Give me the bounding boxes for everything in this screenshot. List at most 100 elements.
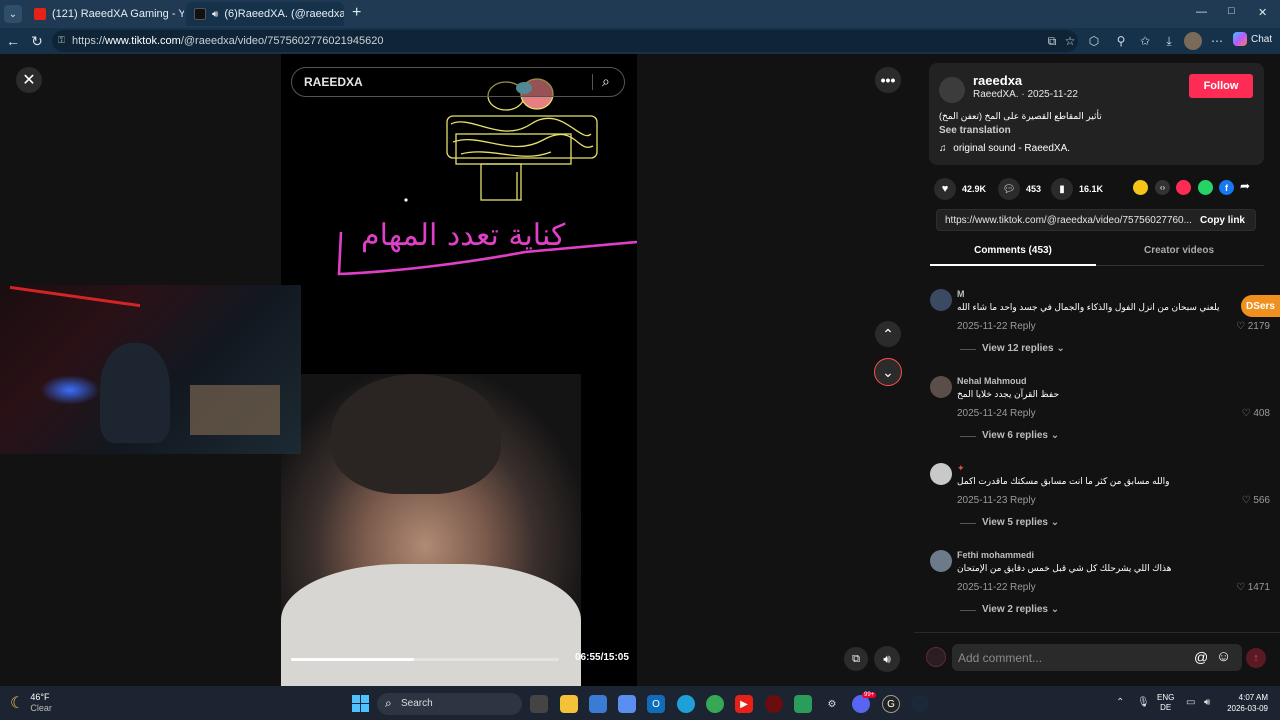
comment-avatar[interactable]: [930, 463, 952, 485]
comment-like[interactable]: ♡ 2179: [1236, 321, 1270, 332]
previous-video-button[interactable]: ⌃: [875, 321, 901, 347]
comment-author[interactable]: Fethi mohammedi: [957, 550, 1034, 560]
weather-widget[interactable]: ☾ 46°F Clear: [10, 692, 52, 714]
reply-button[interactable]: Reply: [1010, 582, 1036, 593]
speaker-tray-icon[interactable]: 🔊︎: [1204, 697, 1210, 708]
windows-app-icon[interactable]: [618, 695, 636, 713]
like-stat[interactable]: ♥ 42.9K: [934, 178, 986, 200]
start-button[interactable]: [352, 695, 369, 712]
floating-player-button[interactable]: ⧉: [844, 647, 868, 671]
task-view-icon[interactable]: [530, 695, 548, 713]
view-replies-button[interactable]: View 12 replies ⌄: [960, 343, 1065, 354]
language-indicator[interactable]: ENG DE: [1157, 693, 1174, 713]
author-username[interactable]: raeedxa: [973, 73, 1022, 88]
close-window-button[interactable]: ✕: [1258, 6, 1267, 19]
favorites-icon[interactable]: ✩: [1136, 32, 1154, 50]
tray-chevron-icon[interactable]: ⌃: [1116, 697, 1124, 708]
tab-list-button[interactable]: ⌄: [4, 5, 22, 23]
see-translation-link[interactable]: See translation: [939, 125, 1011, 136]
extension-icon[interactable]: ⚲: [1112, 32, 1130, 50]
dsers-extension-badge[interactable]: DSers: [1241, 295, 1280, 317]
reply-button[interactable]: Reply: [1010, 495, 1036, 506]
comment-avatar[interactable]: [930, 376, 952, 398]
back-button[interactable]: ←: [0, 28, 26, 54]
facebook-icon[interactable]: f: [1219, 180, 1234, 195]
more-options-button[interactable]: •••: [875, 67, 901, 93]
comment-avatar[interactable]: [930, 289, 952, 311]
copy-link-button[interactable]: Copy link: [1200, 215, 1245, 226]
comment-author-emoji[interactable]: ✦: [957, 463, 965, 474]
g-app-icon[interactable]: G: [882, 695, 900, 713]
comment-author[interactable]: Nehal Mahmoud: [957, 376, 1027, 386]
like-count: 42.9K: [962, 184, 987, 194]
downloads-icon[interactable]: ⤓: [1160, 32, 1178, 50]
share-arrow-icon[interactable]: ➦: [1240, 179, 1250, 193]
copilot-chat-button[interactable]: Chat: [1233, 32, 1272, 46]
network-icon[interactable]: ▭: [1186, 697, 1195, 708]
tab-comments[interactable]: Comments (453): [930, 245, 1096, 256]
microphone-icon[interactable]: 🎙︎: [1137, 697, 1150, 708]
ms-store-icon[interactable]: [589, 695, 607, 713]
next-video-button[interactable]: ⌄: [874, 358, 902, 386]
send-icon[interactable]: [1176, 180, 1191, 195]
comment-like[interactable]: ♡ 566: [1242, 495, 1270, 506]
chrome-icon[interactable]: [706, 695, 724, 713]
outlook-icon[interactable]: O: [647, 695, 665, 713]
sound-row[interactable]: ♫ original sound - RaeedXA.: [939, 143, 1070, 154]
view-replies-button[interactable]: View 6 replies ⌄: [959, 430, 1059, 441]
clock[interactable]: 4:07 AM 2026-03-09: [1226, 692, 1268, 714]
game-app-icon[interactable]: [794, 695, 812, 713]
video-search-bar[interactable]: RAEEDXA ⌕: [291, 67, 625, 97]
red-app-icon[interactable]: [765, 695, 783, 713]
comment-author[interactable]: M: [957, 289, 965, 299]
new-tab-button[interactable]: +: [352, 4, 361, 22]
lock-icon: ⚿: [58, 35, 65, 45]
whatsapp-icon[interactable]: [1198, 180, 1213, 195]
comment-item: Nehal Mahmoud حفظ القرآن يجدد خلايا المخ…: [930, 376, 1270, 446]
favorite-star-icon[interactable]: ☆: [1061, 32, 1079, 50]
extensions-icon[interactable]: ⬡: [1085, 32, 1103, 50]
file-explorer-icon[interactable]: [560, 695, 578, 713]
embed-icon[interactable]: ‹›: [1155, 180, 1170, 195]
coin-share-icon[interactable]: [1133, 180, 1148, 195]
edge-icon[interactable]: [677, 695, 695, 713]
tab-creator-videos[interactable]: Creator videos: [1096, 245, 1262, 256]
save-stat[interactable]: ▮ 16.1K: [1051, 178, 1103, 200]
refresh-button[interactable]: ↻: [24, 28, 50, 54]
video-player[interactable]: كناية تعدد المهام RAEEDXA ⌕ 06:55/15:05: [281, 54, 637, 686]
taskbar-search-label: Search: [401, 698, 433, 709]
taskbar-search[interactable]: ⌕ Search: [377, 693, 522, 715]
settings-gear-icon[interactable]: ⚙: [823, 695, 841, 713]
comment-stat[interactable]: 💬︎ 453: [998, 178, 1041, 200]
speaker-icon[interactable]: 🔊︎: [212, 9, 218, 20]
tab-youtube[interactable]: (121) RaeedXA Gaming - YouTube ✕: [26, 2, 184, 26]
url-field[interactable]: ⚿ https://www.tiktok.com/@raeedxa/video/…: [52, 30, 1078, 52]
reply-button[interactable]: Reply: [1010, 321, 1036, 332]
search-icon[interactable]: ⌕: [602, 73, 610, 90]
steam-icon[interactable]: [911, 695, 929, 713]
reply-button[interactable]: Reply: [1010, 408, 1036, 419]
view-replies-button[interactable]: View 5 replies ⌄: [959, 517, 1059, 528]
follow-button[interactable]: Follow: [1189, 74, 1253, 98]
split-screen-icon[interactable]: ⧉: [1043, 32, 1061, 50]
add-comment-field[interactable]: Add comment... @ ☺: [952, 644, 1242, 671]
mention-icon[interactable]: @: [1194, 649, 1208, 665]
profile-avatar[interactable]: [1184, 32, 1202, 50]
maximize-button[interactable]: □: [1228, 5, 1235, 17]
author-avatar[interactable]: [939, 77, 965, 103]
close-video-button[interactable]: ✕: [16, 67, 42, 93]
more-menu-icon[interactable]: ⋯: [1208, 32, 1226, 50]
tab-tiktok[interactable]: 🔊︎ (6)RaeedXA. (@raeedxa) | TikT ✕: [186, 2, 344, 26]
comment-like[interactable]: ♡ 408: [1242, 408, 1270, 419]
progress-track[interactable]: [291, 658, 559, 661]
comment-like[interactable]: ♡ 1471: [1236, 582, 1270, 593]
youtube-app-icon[interactable]: ▶: [735, 695, 753, 713]
minimize-button[interactable]: —: [1196, 6, 1207, 18]
view-replies-label: View 5 replies: [982, 517, 1048, 528]
music-note-icon: ♫: [939, 143, 947, 154]
view-replies-button[interactable]: View 2 replies ⌄: [959, 604, 1059, 615]
comment-avatar[interactable]: [930, 550, 952, 572]
post-comment-button[interactable]: ↑: [1246, 648, 1266, 668]
volume-button[interactable]: 🔊︎: [874, 646, 900, 672]
emoji-icon[interactable]: ☺: [1216, 648, 1231, 665]
